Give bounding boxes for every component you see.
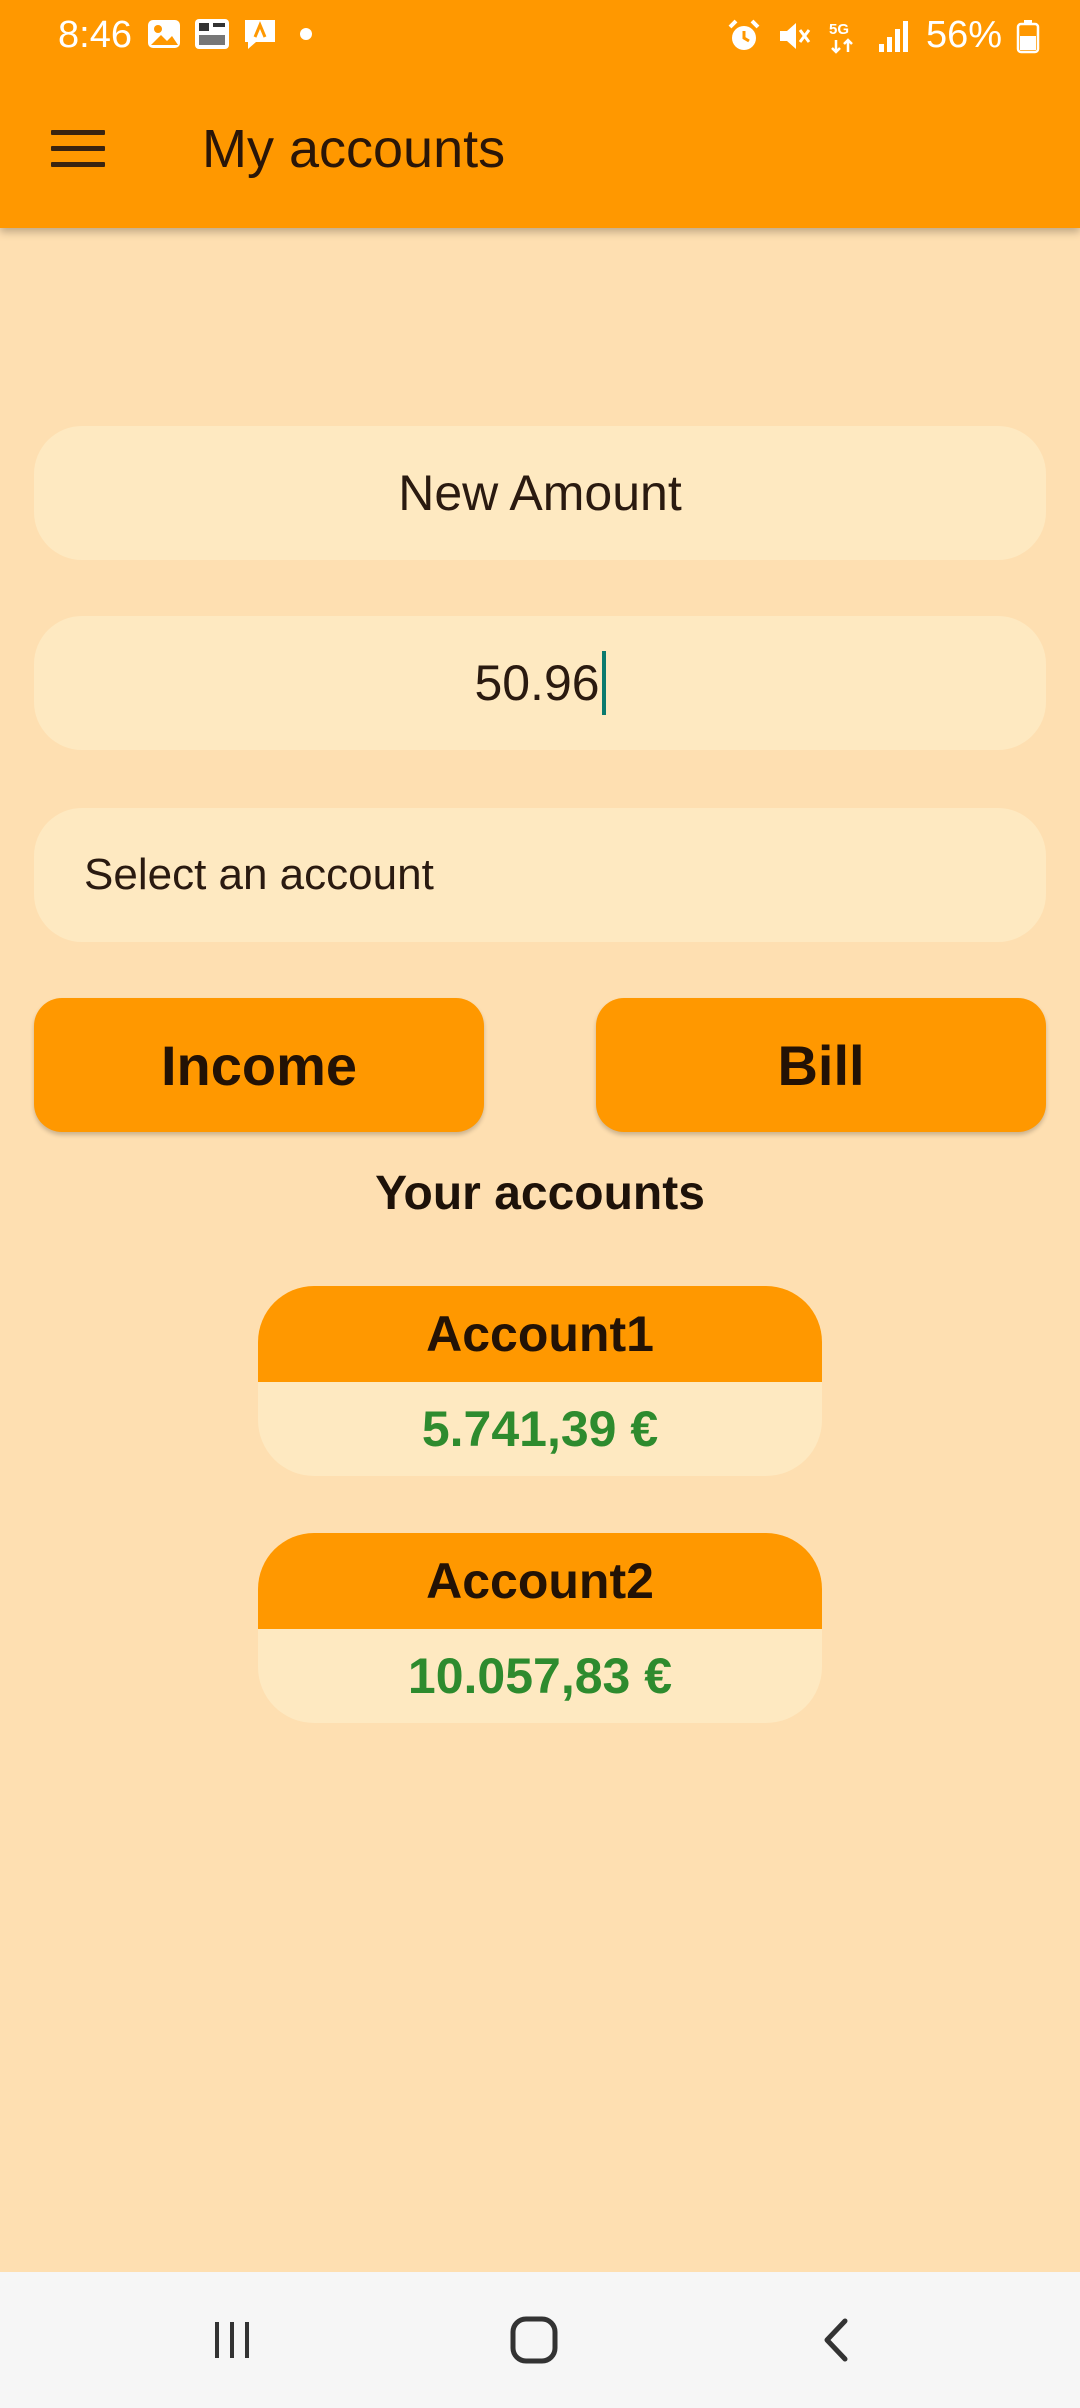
text-cursor bbox=[601, 651, 606, 715]
income-button[interactable]: Income bbox=[34, 998, 484, 1132]
home-icon[interactable] bbox=[474, 2272, 594, 2408]
system-nav-bar bbox=[0, 2272, 1080, 2408]
amount-value: 50.96 bbox=[474, 655, 600, 711]
account-balance: 10.057,83 € bbox=[407, 1648, 673, 1704]
accounts-heading: Your accounts bbox=[375, 1167, 705, 1220]
battery-icon bbox=[1016, 19, 1040, 53]
mute-icon bbox=[779, 22, 811, 49]
gallery-icon bbox=[148, 20, 180, 48]
new-amount-placeholder: New Amount bbox=[398, 465, 682, 521]
account-balance: 5.741,39 € bbox=[421, 1401, 659, 1457]
status-time: 8:46 bbox=[58, 14, 132, 56]
status-bar: 8:46 5G 56% bbox=[0, 0, 1080, 70]
app-icon bbox=[195, 19, 229, 49]
account-name: Account2 bbox=[258, 1533, 822, 1629]
battery-percent: 56% bbox=[925, 14, 1002, 56]
bill-button[interactable]: Bill bbox=[596, 998, 1046, 1132]
alarm-icon bbox=[728, 19, 760, 50]
back-icon[interactable] bbox=[778, 2272, 898, 2408]
account-card-2[interactable]: Account2 10.057,83 € bbox=[258, 1533, 822, 1723]
amount-input[interactable]: 50.96 bbox=[34, 616, 1046, 750]
status-right-icons: 5G 56% bbox=[726, 14, 1040, 57]
account-select-label: Select an account bbox=[84, 850, 434, 899]
account-select[interactable]: Select an account bbox=[34, 808, 1046, 942]
account-card-1[interactable]: Account1 5.741,39 € bbox=[258, 1286, 822, 1476]
status-left-icons bbox=[146, 16, 312, 52]
account-name: Account1 bbox=[258, 1286, 822, 1382]
recent-apps-icon[interactable] bbox=[172, 2272, 292, 2408]
app-bar: 8:46 5G 56% My accounts bbox=[0, 0, 1080, 228]
svg-text:5G: 5G bbox=[829, 21, 849, 38]
5g-icon: 5G bbox=[829, 21, 853, 54]
signal-icon bbox=[878, 20, 908, 52]
hamburger-menu-icon[interactable] bbox=[42, 112, 114, 184]
page-title: My accounts bbox=[202, 119, 506, 179]
notification-dot bbox=[300, 28, 312, 40]
new-amount-description-input[interactable]: New Amount bbox=[34, 426, 1046, 560]
messages-icon bbox=[245, 20, 275, 49]
